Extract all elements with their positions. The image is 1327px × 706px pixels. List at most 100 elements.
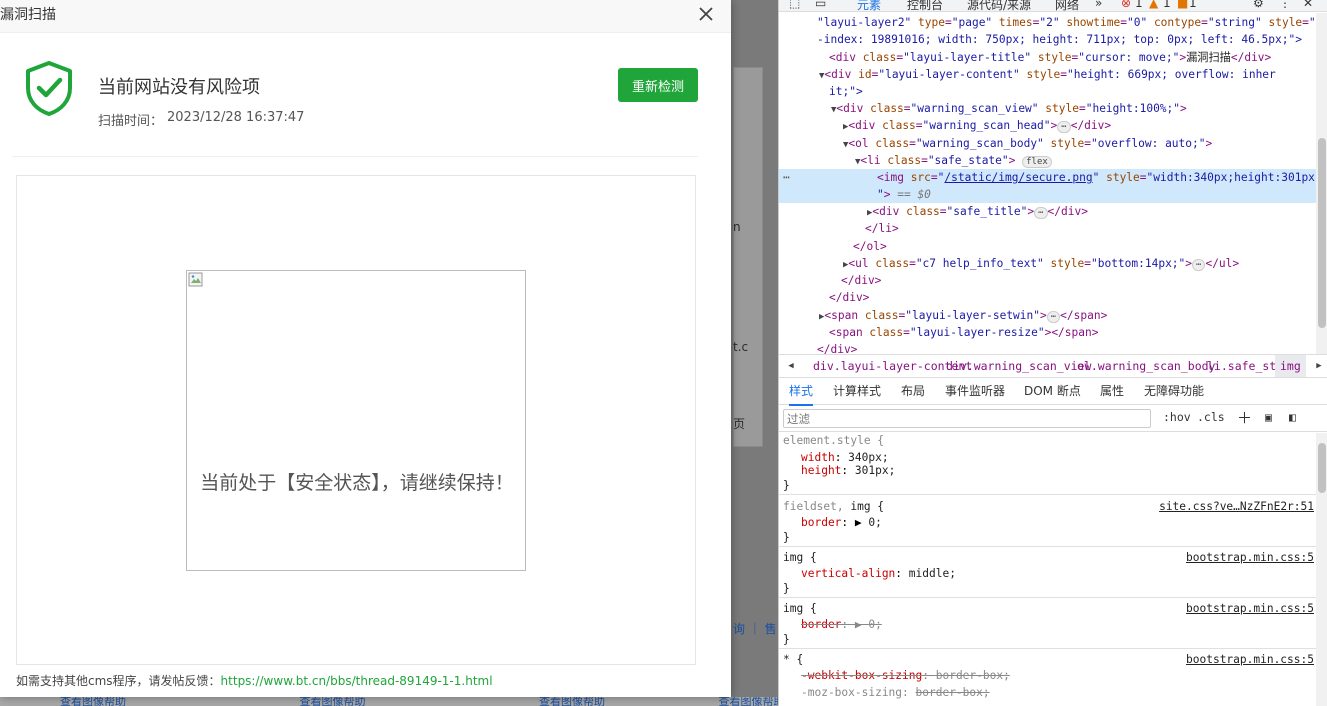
cls-toggle[interactable]: .cls bbox=[1197, 410, 1225, 424]
background-link[interactable]: 查看图像帮助 bbox=[300, 697, 366, 706]
style-rule[interactable]: fieldset, img { site.css?ve…NzZFnE2r:51 … bbox=[779, 499, 1316, 547]
info-icon[interactable]: ■ bbox=[1177, 0, 1188, 10]
style-rule[interactable]: element.style { width: 340px; height: 30… bbox=[779, 433, 1316, 495]
style-rule[interactable]: img { bootstrap.min.css:5 vertical-align… bbox=[779, 550, 1316, 598]
background-card bbox=[733, 67, 763, 447]
info-count: 1 bbox=[1189, 0, 1197, 10]
styles-filter-row: :hov .cls ＋ ▣ ◧ bbox=[779, 406, 1327, 432]
tab-styles[interactable]: 样式 bbox=[789, 379, 814, 406]
gear-icon[interactable]: ⚙ bbox=[1253, 0, 1264, 10]
style-rule[interactable]: img { bootstrap.min.css:5 border: ▶ 0; } bbox=[779, 601, 1316, 649]
rule-source-link[interactable]: bootstrap.min.css:5 bbox=[1186, 550, 1314, 567]
breadcrumb-item[interactable]: div.warning_scan_view bbox=[946, 355, 1091, 377]
style-rule[interactable]: * { bootstrap.min.css:5 -webkit-box-sizi… bbox=[779, 652, 1316, 706]
dom-node[interactable]: ▶<div class="safe_title"> ⋯ </div> bbox=[867, 203, 1088, 222]
scan-time-label: 扫描时间： bbox=[98, 114, 164, 129]
dialog-title: 漏洞扫描 bbox=[0, 7, 56, 23]
tab-network[interactable]: 网络 bbox=[1055, 0, 1079, 11]
background-link[interactable]: 询 ｜ 售 bbox=[733, 620, 777, 637]
background-bottom-bar: 查看图像帮助 查看图像帮助 查看图像帮助 查看图像帮助 bbox=[0, 697, 778, 706]
devtools-panel: ⬚ ▭ 元素 控制台 源代码/来源 网络 » ⊗ 1 ▲ 1 ■ 1 ⚙ ⋮ ✕… bbox=[778, 0, 1327, 706]
more-menu-icon[interactable]: ⋮ bbox=[1279, 0, 1291, 10]
rule-selector: img { bbox=[783, 551, 817, 564]
sidebar-toggle-icon[interactable]: ◧ bbox=[1289, 410, 1296, 424]
tab-console[interactable]: 控制台 bbox=[907, 0, 943, 11]
rule-property[interactable]: vertical-align: middle; bbox=[801, 566, 956, 583]
rule-selector: img { bbox=[783, 602, 817, 615]
dom-node[interactable]: <div class="layui-layer-title" style="cu… bbox=[829, 49, 1271, 66]
dom-node-selected[interactable]: "> == $0 bbox=[877, 186, 931, 203]
styles-scrollbar[interactable] bbox=[1316, 433, 1327, 706]
error-count: 1 bbox=[1135, 0, 1143, 10]
tab-sources[interactable]: 源代码/来源 bbox=[967, 0, 1031, 11]
dom-node[interactable]: ▶<div class="warning_scan_head"> ⋯ </div> bbox=[843, 117, 1111, 136]
help-link[interactable]: https://www.bt.cn/bbs/thread-89149-1-1.h… bbox=[221, 674, 493, 688]
dom-node[interactable]: <span class="layui-layer-resize"></span> bbox=[829, 324, 1098, 341]
dom-node[interactable]: it;"> bbox=[829, 83, 863, 100]
scan-time-value: 2023/12/28 16:37:47 bbox=[167, 110, 305, 125]
breadcrumb-next-icon[interactable]: ▶ bbox=[1309, 355, 1327, 377]
rule-source-link[interactable]: bootstrap.min.css:5 bbox=[1186, 601, 1314, 618]
close-devtools-icon[interactable]: ✕ bbox=[1303, 0, 1313, 10]
tab-elements[interactable]: 元素 bbox=[857, 0, 881, 11]
help-info-text: 如需支持其他cms程序，请发帖反馈：https://www.bt.cn/bbs/… bbox=[16, 672, 493, 689]
dom-node[interactable]: </div> bbox=[841, 272, 881, 289]
background-text: 页 bbox=[733, 417, 746, 431]
background-link[interactable]: 查看图像帮助 bbox=[719, 697, 779, 706]
elements-scrollbar[interactable] bbox=[1316, 13, 1327, 354]
safe-state-title: 当前处于【安全状态】，请继续保持！ bbox=[200, 472, 514, 494]
new-rule-icon[interactable]: ＋ bbox=[1237, 407, 1252, 428]
rule-property[interactable]: height: 301px; bbox=[801, 463, 895, 480]
dom-node[interactable]: ▼<div id="layui-layer-content" style="he… bbox=[819, 66, 1276, 85]
dom-node[interactable]: </ol> bbox=[853, 238, 887, 255]
tab-event-listeners[interactable]: 事件监听器 bbox=[945, 379, 1005, 404]
tab-dom-breakpoints[interactable]: DOM 断点 bbox=[1024, 379, 1081, 404]
scan-head: 当前网站没有风险项 扫描时间： 2023/12/28 16:37:47 重新检测 bbox=[12, 33, 698, 157]
rule-selector: fieldset, img { bbox=[783, 500, 885, 513]
rule-property-inactive[interactable]: -moz-box-sizing: border-box; bbox=[801, 685, 990, 702]
dom-node[interactable]: "layui-layer2" type="page" times="2" sho… bbox=[817, 14, 1316, 31]
breadcrumb-item-selected[interactable]: img bbox=[1275, 355, 1306, 377]
paint-icon[interactable]: ▣ bbox=[1265, 410, 1272, 424]
tab-layout[interactable]: 布局 bbox=[901, 379, 925, 404]
rule-source-link[interactable]: bootstrap.min.css:5 bbox=[1186, 652, 1314, 669]
rescan-button[interactable]: 重新检测 bbox=[618, 68, 698, 102]
rule-property-overridden[interactable]: -webkit-box-sizing: border-box; bbox=[801, 668, 1010, 685]
inspect-icon[interactable]: ⬚ bbox=[789, 0, 800, 10]
close-icon[interactable] bbox=[696, 4, 716, 24]
hov-toggle[interactable]: :hov bbox=[1163, 410, 1191, 424]
rule-selector: * { bbox=[783, 653, 804, 666]
background-link[interactable]: 查看图像帮助 bbox=[539, 697, 605, 706]
styles-filter-input[interactable] bbox=[783, 409, 1151, 428]
styles-subtabs: 样式 计算样式 布局 事件监听器 DOM 断点 属性 无障碍功能 bbox=[779, 379, 1327, 406]
dom-node[interactable]: </div> bbox=[829, 289, 869, 306]
breadcrumb-prev-icon[interactable]: ◀ bbox=[781, 355, 801, 377]
dom-node-selected[interactable]: <img src="/static/img/secure.png" style=… bbox=[877, 169, 1316, 186]
shield-check-icon bbox=[24, 60, 74, 116]
warning-count: 1 bbox=[1163, 0, 1171, 10]
dom-node[interactable]: -index: 19891016; width: 750px; height: … bbox=[817, 31, 1302, 48]
breadcrumb: ◀ div.layui-layer-content div.warning_sc… bbox=[779, 354, 1327, 378]
dom-node[interactable]: ▶<ul class="c7 help_info_text" style="bo… bbox=[843, 255, 1239, 274]
more-tabs-icon[interactable]: » bbox=[1095, 0, 1102, 10]
rule-property[interactable]: border: ▶ 0; bbox=[801, 515, 882, 532]
rule-source-link[interactable]: site.css?ve…NzZFnE2r:51 bbox=[1159, 499, 1314, 516]
error-icon[interactable]: ⊗ bbox=[1121, 0, 1131, 10]
tab-properties[interactable]: 属性 bbox=[1100, 379, 1124, 404]
dom-node[interactable]: </li> bbox=[865, 220, 899, 237]
dom-node[interactable]: </div> bbox=[817, 341, 857, 354]
rule-property-overridden[interactable]: border: ▶ 0; bbox=[801, 617, 882, 634]
background-link[interactable]: 查看图像帮助 bbox=[60, 697, 126, 706]
background-text: t.c bbox=[733, 340, 749, 354]
tab-accessibility[interactable]: 无障碍功能 bbox=[1144, 379, 1204, 404]
tab-computed[interactable]: 计算样式 bbox=[833, 379, 881, 404]
scan-result-title: 当前网站没有风险项 bbox=[98, 77, 260, 98]
more-options-icon[interactable]: ⋯ bbox=[783, 169, 790, 186]
styles-pane: element.style { width: 340px; height: 30… bbox=[779, 433, 1316, 706]
warning-icon[interactable]: ▲ bbox=[1149, 0, 1158, 10]
breadcrumb-item[interactable]: ol.warning_scan_body bbox=[1077, 355, 1215, 377]
elements-tree: "layui-layer2" type="page" times="2" sho… bbox=[779, 13, 1316, 354]
devtools-toolbar: ⬚ ▭ 元素 控制台 源代码/来源 网络 » ⊗ 1 ▲ 1 ■ 1 ⚙ ⋮ ✕ bbox=[779, 0, 1327, 12]
dialog-title-bar[interactable]: 漏洞扫描 bbox=[0, 0, 731, 33]
device-toggle-icon[interactable]: ▭ bbox=[815, 0, 826, 10]
